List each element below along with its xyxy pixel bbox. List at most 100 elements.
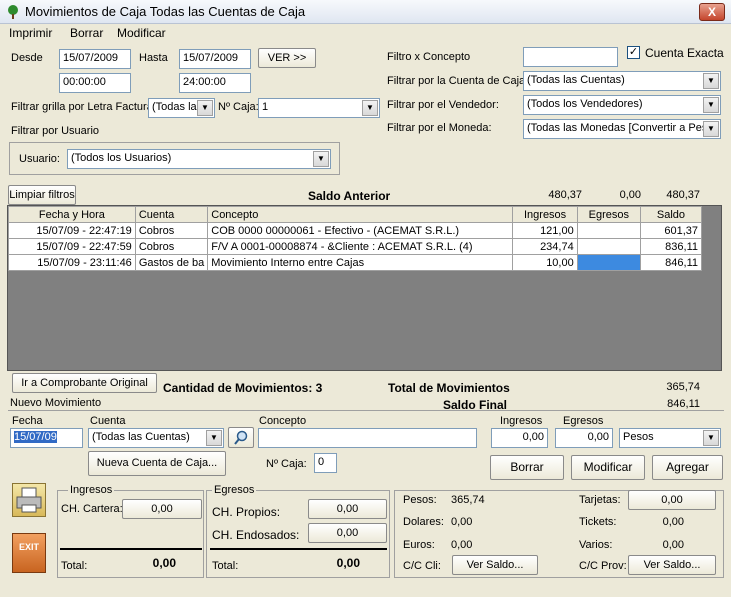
- dolares-value: 0,00: [451, 516, 473, 528]
- caja-label: Nº Caja:: [218, 101, 259, 113]
- concepto-input[interactable]: [258, 428, 477, 448]
- cuenta-label: Cuenta: [90, 415, 126, 427]
- printer-icon[interactable]: [12, 483, 46, 517]
- title-bar: Movimientos de Caja Todas las Cuentas de…: [0, 0, 731, 24]
- search-button[interactable]: [228, 427, 254, 448]
- tickets-value: 0,00: [662, 516, 684, 528]
- agregar-button[interactable]: Agregar: [652, 455, 723, 480]
- total-movimientos-value: 365,74: [666, 381, 700, 393]
- chevron-down-icon[interactable]: ▼: [703, 73, 719, 89]
- tarjetas-button[interactable]: 0,00: [628, 490, 716, 510]
- col-cuenta[interactable]: Cuenta: [134, 206, 209, 223]
- cell-saldo: 846,11: [639, 254, 703, 271]
- moneda-select[interactable]: Pesos ▼: [619, 428, 721, 448]
- chevron-down-icon[interactable]: ▼: [197, 100, 213, 116]
- cell-egresos[interactable]: [576, 254, 641, 271]
- table-row[interactable]: 15/07/09 - 22:47:59 Cobros F/V A 0001-00…: [8, 238, 703, 255]
- table-row[interactable]: 15/07/09 - 23:11:46 Gastos de ba Movimie…: [8, 254, 703, 271]
- cc-prov-ver-saldo-button[interactable]: Ver Saldo...: [628, 555, 716, 575]
- divider: [8, 410, 724, 411]
- letra-factura-label: Filtrar grilla por Letra Factura:: [11, 101, 156, 113]
- ch-cartera-button[interactable]: 0,00: [122, 499, 202, 519]
- tickets-label: Tickets:: [579, 516, 617, 528]
- tarjetas-label: Tarjetas:: [579, 494, 621, 506]
- egresos-label: Egresos: [563, 415, 604, 427]
- ir-comprobante-button[interactable]: Ir a Comprobante Original: [12, 373, 157, 393]
- col-saldo[interactable]: Saldo: [639, 206, 703, 223]
- chevron-down-icon[interactable]: ▼: [362, 100, 378, 116]
- ch-propios-label: CH. Propios:: [212, 505, 281, 519]
- menu-borrar[interactable]: Borrar: [70, 26, 103, 40]
- moneda-value: Pesos: [623, 431, 654, 443]
- chevron-down-icon[interactable]: ▼: [703, 121, 719, 137]
- menu-modificar[interactable]: Modificar: [117, 26, 166, 40]
- nueva-cuenta-button[interactable]: Nueva Cuenta de Caja...: [88, 451, 226, 476]
- exit-icon[interactable]: EXIT: [12, 533, 46, 573]
- cell-egresos: [576, 238, 641, 255]
- letra-factura-select[interactable]: (Todas las ▼: [148, 98, 215, 118]
- chevron-down-icon[interactable]: ▼: [313, 151, 329, 167]
- desde-date-input[interactable]: 15/07/2009: [59, 49, 131, 69]
- chevron-down-icon[interactable]: ▼: [703, 97, 719, 113]
- moneda-filter-select[interactable]: (Todas las Monedas [Convertir a Pesos ▼: [523, 119, 721, 139]
- vendedor-filter-select[interactable]: (Todos los Vendedores) ▼: [523, 95, 721, 115]
- limpiar-filtros-button[interactable]: Limpiar filtros: [8, 185, 76, 205]
- concepto-label: Concepto: [259, 415, 307, 427]
- dolares-label: Dolares:: [403, 516, 444, 528]
- moneda-filter-value: (Todas las Monedas [Convertir a Pesos: [527, 122, 719, 134]
- menu-imprimir[interactable]: Imprimir: [9, 26, 52, 40]
- cell-fecha: 15/07/09 - 23:11:46: [8, 254, 136, 271]
- hasta-time-input[interactable]: 24:00:00: [179, 73, 251, 93]
- table-row[interactable]: 15/07/09 - 22:47:19 Cobros COB 0000 0000…: [8, 222, 703, 239]
- col-egresos[interactable]: Egresos: [576, 206, 641, 223]
- moneda-filter-label: Filtrar por el Moneda:: [387, 122, 492, 134]
- close-button[interactable]: X: [699, 3, 725, 21]
- total-movimientos-label: Total de Movimientos: [388, 381, 510, 395]
- movimientos-table: Fecha y Hora Cuenta Concepto Ingresos Eg…: [8, 206, 703, 271]
- cell-fecha: 15/07/09 - 22:47:59: [8, 238, 136, 255]
- hasta-label: Hasta: [139, 52, 168, 64]
- ch-cartera-label: CH. Cartera:: [61, 503, 123, 515]
- cell-concepto: Movimiento Interno entre Cajas: [207, 254, 514, 271]
- cuenta-select[interactable]: (Todas las Cuentas) ▼: [88, 428, 224, 448]
- cuenta-exacta-label: Cuenta Exacta: [645, 46, 724, 60]
- ch-endosados-button[interactable]: 0,00: [308, 523, 387, 543]
- cantidad-movimientos: Cantidad de Movimientos: 3: [163, 381, 323, 395]
- cell-saldo: 836,11: [639, 238, 703, 255]
- vendedor-filter-label: Filtrar por el Vendedor:: [387, 99, 499, 111]
- ingresos-total-value: 0,00: [152, 556, 176, 570]
- modificar-button[interactable]: Modificar: [571, 455, 645, 480]
- cuenta-filter-select[interactable]: (Todas las Cuentas) ▼: [523, 71, 721, 91]
- col-fecha-hora[interactable]: Fecha y Hora: [8, 206, 136, 223]
- borrar-button[interactable]: Borrar: [490, 455, 564, 480]
- divider: [60, 548, 202, 550]
- concepto-filter-input[interactable]: [523, 47, 618, 67]
- ch-propios-button[interactable]: 0,00: [308, 499, 387, 519]
- cuenta-exacta-checkbox[interactable]: ✓: [627, 46, 640, 59]
- ingresos-input[interactable]: 0,00: [491, 428, 548, 448]
- col-ingresos[interactable]: Ingresos: [512, 206, 578, 223]
- hasta-date-input[interactable]: 15/07/2009: [179, 49, 251, 69]
- fecha-input[interactable]: 15/07/09: [10, 428, 83, 448]
- chevron-down-icon[interactable]: ▼: [206, 430, 222, 446]
- cc-cli-ver-saldo-button[interactable]: Ver Saldo...: [452, 555, 538, 575]
- desde-time-input[interactable]: 00:00:00: [59, 73, 131, 93]
- movimientos-grid[interactable]: Fecha y Hora Cuenta Concepto Ingresos Eg…: [7, 205, 722, 371]
- search-icon: [234, 430, 248, 445]
- nuevo-caja-input[interactable]: 0: [314, 453, 337, 473]
- varios-value: 0,00: [662, 539, 684, 551]
- egresos-panel-title: Egresos: [212, 484, 257, 496]
- pesos-value: 365,74: [451, 494, 485, 506]
- egresos-input[interactable]: 0,00: [555, 428, 613, 448]
- usuario-select[interactable]: (Todos los Usuarios) ▼: [67, 149, 331, 169]
- ver-button[interactable]: VER >>: [258, 48, 316, 68]
- chevron-down-icon[interactable]: ▼: [703, 430, 719, 446]
- ingresos-total-label: Total:: [61, 560, 88, 572]
- divider: [210, 548, 387, 550]
- ch-endosados-label: CH. Endosados:: [212, 528, 300, 542]
- caja-select[interactable]: 1 ▼: [258, 98, 380, 118]
- col-concepto[interactable]: Concepto: [207, 206, 514, 223]
- cell-saldo: 601,37: [639, 222, 703, 239]
- cuenta-value: (Todas las Cuentas): [92, 431, 190, 443]
- cell-fecha: 15/07/09 - 22:47:19: [8, 222, 136, 239]
